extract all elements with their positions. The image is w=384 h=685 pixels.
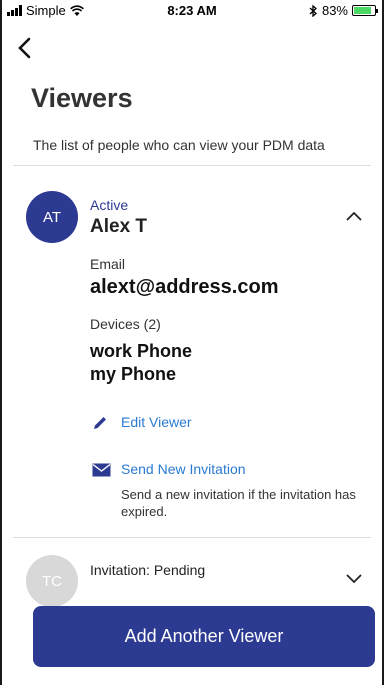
email-label: Email: [90, 256, 126, 272]
edit-viewer-button[interactable]: Edit Viewer: [92, 414, 192, 431]
add-viewer-button[interactable]: Add Another Viewer: [33, 606, 375, 667]
envelope-icon: [92, 463, 111, 477]
viewer-status: Active: [90, 197, 129, 213]
device-frame-left: [0, 0, 2, 685]
pencil-icon: [94, 417, 106, 429]
device-item: work Phone: [90, 341, 193, 361]
edit-viewer-label: Edit Viewer: [121, 414, 192, 430]
viewer-status: Invitation: Pending: [90, 562, 206, 578]
chevron-down-icon[interactable]: [344, 573, 364, 585]
chevron-up-icon[interactable]: [344, 210, 364, 222]
device-item: my Phone: [90, 364, 177, 384]
send-invitation-button[interactable]: Send New Invitation: [92, 461, 246, 477]
avatar: AT: [26, 191, 78, 243]
page-title: Viewers: [31, 83, 133, 113]
battery-percent: 83%: [321, 3, 348, 18]
bluetooth-icon: [309, 4, 317, 17]
status-bar: Simple 8:23 AM 83%: [0, 0, 384, 20]
chevron-left-icon[interactable]: [13, 34, 41, 62]
devices-label: Devices (2): [90, 316, 161, 332]
header-divider: [13, 165, 371, 166]
viewer-divider: [13, 537, 371, 538]
invitation-help-text: Send a new invitation if the invitation …: [121, 487, 356, 519]
avatar: TC: [26, 555, 78, 607]
add-viewer-label: Add Another Viewer: [124, 626, 284, 646]
page-subtitle: The list of people who can view your PDM…: [33, 137, 325, 153]
battery-level: [354, 7, 371, 14]
viewer-email: alext@address.com: [90, 276, 279, 298]
viewer-name: Alex T: [90, 216, 148, 237]
status-right: 83%: [309, 3, 378, 18]
battery-icon: [352, 5, 378, 16]
send-invitation-label: Send New Invitation: [121, 461, 246, 477]
app-screen: Simple 8:23 AM 83% Viewers The list of p…: [0, 0, 384, 685]
